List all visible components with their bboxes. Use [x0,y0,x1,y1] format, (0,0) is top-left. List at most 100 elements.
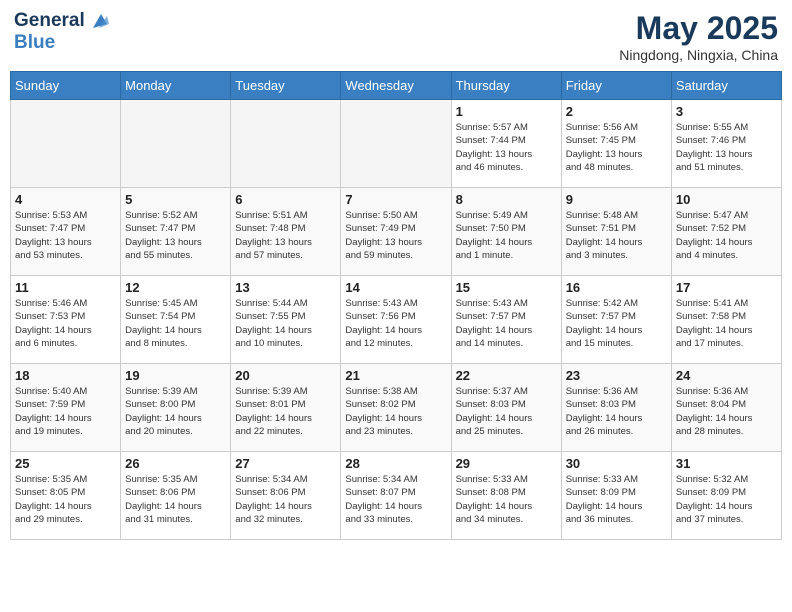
week-row-4: 18Sunrise: 5:40 AM Sunset: 7:59 PM Dayli… [11,364,782,452]
day-info: Sunrise: 5:34 AM Sunset: 8:06 PM Dayligh… [235,473,336,526]
day-info: Sunrise: 5:32 AM Sunset: 8:09 PM Dayligh… [676,473,777,526]
day-number: 8 [456,192,557,207]
day-number: 27 [235,456,336,471]
page-header: General Blue May 2025 Ningdong, Ningxia,… [10,10,782,63]
day-number: 15 [456,280,557,295]
calendar-cell: 5 Sunrise: 5:52 AM Sunset: 7:47 PM Daylig… [121,188,231,276]
day-number: 19 [125,368,226,383]
week-row-5: 25 Sunrise: 5:35 AM Sunset: 8:05 PM Dayli… [11,452,782,540]
weekday-saturday: Saturday [671,72,781,100]
day-number: 2 [566,104,667,119]
weekday-wednesday: Wednesday [341,72,451,100]
week-row-1: 1Sunrise: 5:57 AM Sunset: 7:44 PM Daylig… [11,100,782,188]
day-info: Sunrise: 5:40 AM Sunset: 7:59 PM Dayligh… [15,385,116,438]
day-info: Sunrise: 5:34 AM Sunset: 8:07 PM Dayligh… [345,473,446,526]
day-info: Sunrise: 5:52 AM Sunset: 7:47 PM Dayligh… [125,209,226,262]
calendar-cell: 22 Sunrise: 5:37 AM Sunset: 8:03 PM Dayli… [451,364,561,452]
weekday-thursday: Thursday [451,72,561,100]
day-number: 23 [566,368,667,383]
day-number: 13 [235,280,336,295]
calendar-cell: 4 Sunrise: 5:53 AM Sunset: 7:47 PM Daylig… [11,188,121,276]
day-number: 11 [15,280,116,295]
day-info: Sunrise: 5:49 AM Sunset: 7:50 PM Dayligh… [456,209,557,262]
day-info: Sunrise: 5:37 AM Sunset: 8:03 PM Dayligh… [456,385,557,438]
title-block: May 2025 Ningdong, Ningxia, China [619,10,778,63]
day-number: 21 [345,368,446,383]
calendar-cell: 9 Sunrise: 5:48 AM Sunset: 7:51 PM Daylig… [561,188,671,276]
day-info: Sunrise: 5:55 AM Sunset: 7:46 PM Dayligh… [676,121,777,174]
logo-text: General [14,10,109,32]
day-info: Sunrise: 5:41 AM Sunset: 7:58 PM Dayligh… [676,297,777,350]
weekday-friday: Friday [561,72,671,100]
day-info: Sunrise: 5:38 AM Sunset: 8:02 PM Dayligh… [345,385,446,438]
logo-icon [87,10,109,32]
day-number: 28 [345,456,446,471]
calendar-cell: 16Sunrise: 5:42 AM Sunset: 7:57 PM Dayli… [561,276,671,364]
calendar-cell [341,100,451,188]
day-number: 30 [566,456,667,471]
calendar-cell: 1Sunrise: 5:57 AM Sunset: 7:44 PM Daylig… [451,100,561,188]
calendar-cell: 18Sunrise: 5:40 AM Sunset: 7:59 PM Dayli… [11,364,121,452]
calendar-cell: 17 Sunrise: 5:41 AM Sunset: 7:58 PM Dayli… [671,276,781,364]
day-number: 14 [345,280,446,295]
day-info: Sunrise: 5:43 AM Sunset: 7:56 PM Dayligh… [345,297,446,350]
day-info: Sunrise: 5:47 AM Sunset: 7:52 PM Dayligh… [676,209,777,262]
location: Ningdong, Ningxia, China [619,47,778,63]
day-info: Sunrise: 5:53 AM Sunset: 7:47 PM Dayligh… [15,209,116,262]
day-number: 31 [676,456,777,471]
week-row-2: 4 Sunrise: 5:53 AM Sunset: 7:47 PM Daylig… [11,188,782,276]
day-info: Sunrise: 5:51 AM Sunset: 7:48 PM Dayligh… [235,209,336,262]
weekday-tuesday: Tuesday [231,72,341,100]
calendar-cell: 20Sunrise: 5:39 AM Sunset: 8:01 PM Dayli… [231,364,341,452]
day-number: 3 [676,104,777,119]
weekday-monday: Monday [121,72,231,100]
calendar-cell: 21 Sunrise: 5:38 AM Sunset: 8:02 PM Dayli… [341,364,451,452]
day-number: 5 [125,192,226,207]
calendar-cell: 31 Sunrise: 5:32 AM Sunset: 8:09 PM Dayli… [671,452,781,540]
calendar-cell: 12Sunrise: 5:45 AM Sunset: 7:54 PM Dayli… [121,276,231,364]
day-number: 22 [456,368,557,383]
calendar-cell: 13 Sunrise: 5:44 AM Sunset: 7:55 PM Dayli… [231,276,341,364]
calendar-cell: 23Sunrise: 5:36 AM Sunset: 8:03 PM Dayli… [561,364,671,452]
calendar-cell [231,100,341,188]
day-info: Sunrise: 5:36 AM Sunset: 8:04 PM Dayligh… [676,385,777,438]
day-number: 6 [235,192,336,207]
calendar-cell: 7Sunrise: 5:50 AM Sunset: 7:49 PM Daylig… [341,188,451,276]
day-number: 17 [676,280,777,295]
logo-blue: Blue [14,32,109,54]
day-number: 26 [125,456,226,471]
day-number: 10 [676,192,777,207]
day-number: 12 [125,280,226,295]
weekday-sunday: Sunday [11,72,121,100]
calendar-cell: 24 Sunrise: 5:36 AM Sunset: 8:04 PM Dayli… [671,364,781,452]
day-info: Sunrise: 5:43 AM Sunset: 7:57 PM Dayligh… [456,297,557,350]
day-number: 25 [15,456,116,471]
calendar-cell [121,100,231,188]
weekday-header-row: SundayMondayTuesdayWednesdayThursdayFrid… [11,72,782,100]
calendar-cell: 6 Sunrise: 5:51 AM Sunset: 7:48 PM Daylig… [231,188,341,276]
calendar-cell: 11Sunrise: 5:46 AM Sunset: 7:53 PM Dayli… [11,276,121,364]
day-info: Sunrise: 5:33 AM Sunset: 8:08 PM Dayligh… [456,473,557,526]
day-info: Sunrise: 5:33 AM Sunset: 8:09 PM Dayligh… [566,473,667,526]
day-number: 7 [345,192,446,207]
day-number: 24 [676,368,777,383]
calendar-cell [11,100,121,188]
logo: General Blue [14,10,109,54]
calendar-cell: 8 Sunrise: 5:49 AM Sunset: 7:50 PM Daylig… [451,188,561,276]
day-number: 20 [235,368,336,383]
day-info: Sunrise: 5:44 AM Sunset: 7:55 PM Dayligh… [235,297,336,350]
day-info: Sunrise: 5:48 AM Sunset: 7:51 PM Dayligh… [566,209,667,262]
day-number: 4 [15,192,116,207]
calendar-cell: 19Sunrise: 5:39 AM Sunset: 8:00 PM Dayli… [121,364,231,452]
day-info: Sunrise: 5:56 AM Sunset: 7:45 PM Dayligh… [566,121,667,174]
day-number: 1 [456,104,557,119]
calendar-cell: 14 Sunrise: 5:43 AM Sunset: 7:56 PM Dayli… [341,276,451,364]
calendar-cell: 15 Sunrise: 5:43 AM Sunset: 7:57 PM Dayli… [451,276,561,364]
week-row-3: 11Sunrise: 5:46 AM Sunset: 7:53 PM Dayli… [11,276,782,364]
calendar-cell: 26Sunrise: 5:35 AM Sunset: 8:06 PM Dayli… [121,452,231,540]
day-number: 9 [566,192,667,207]
calendar-cell: 29Sunrise: 5:33 AM Sunset: 8:08 PM Dayli… [451,452,561,540]
calendar-cell: 27 Sunrise: 5:34 AM Sunset: 8:06 PM Dayli… [231,452,341,540]
calendar-cell: 25 Sunrise: 5:35 AM Sunset: 8:05 PM Dayli… [11,452,121,540]
day-info: Sunrise: 5:35 AM Sunset: 8:05 PM Dayligh… [15,473,116,526]
